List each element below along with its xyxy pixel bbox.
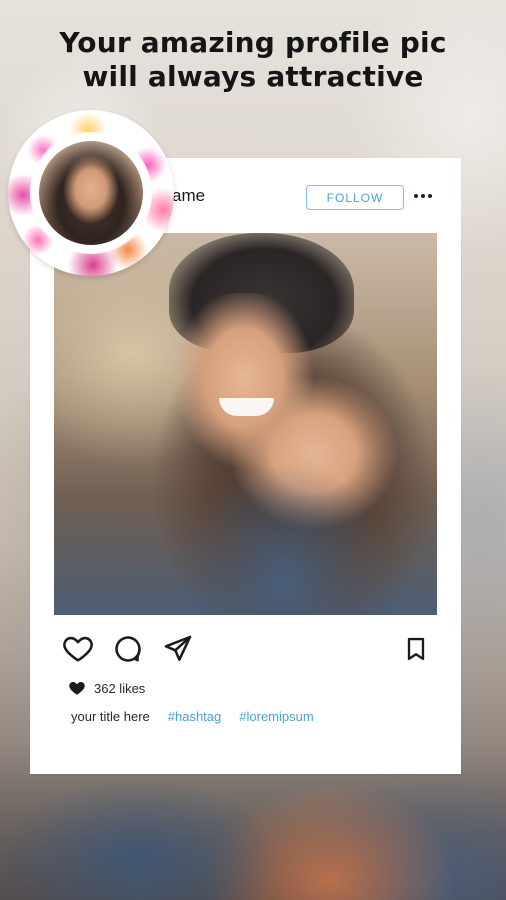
paper-plane-icon[interactable] — [162, 633, 194, 665]
photo-face — [174, 293, 314, 468]
post-username: ame — [172, 186, 206, 205]
more-dot — [421, 194, 425, 198]
more-dot — [414, 194, 418, 198]
bookmark-icon[interactable] — [402, 633, 430, 665]
heart-filled-icon — [69, 682, 85, 695]
caption-row: your title here #hashtag #loremipsum — [71, 709, 314, 724]
heart-outline-icon[interactable] — [62, 633, 94, 665]
promo-headline: Your amazing profile pic will always att… — [0, 26, 506, 94]
follow-button[interactable]: FOLLOW — [306, 185, 404, 210]
hashtag-link[interactable]: #hashtag — [168, 709, 222, 724]
profile-avatar-frame — [8, 110, 174, 276]
likes-row: 362 likes — [68, 679, 145, 697]
headline-line-1: Your amazing profile pic — [59, 26, 447, 59]
more-dot — [428, 194, 432, 198]
hashtag-link[interactable]: #loremipsum — [239, 709, 313, 724]
more-horizontal-icon[interactable] — [414, 194, 432, 200]
caption-title: your title here — [71, 709, 150, 724]
avatar-ring — [32, 134, 150, 252]
avatar[interactable] — [39, 141, 143, 245]
headline-line-2: will always attractive — [82, 60, 424, 93]
post-photo — [54, 233, 437, 615]
comment-bubble-icon[interactable] — [112, 633, 144, 665]
likes-count: 362 likes — [94, 680, 146, 696]
post-actions-bar — [62, 633, 442, 665]
